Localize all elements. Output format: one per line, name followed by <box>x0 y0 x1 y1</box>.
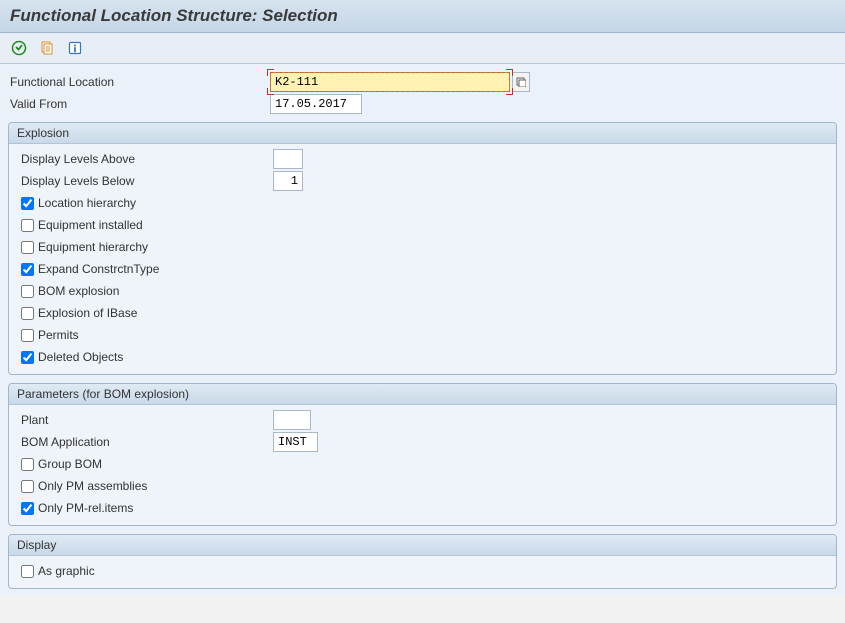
check-deleted-objects-label: Deleted Objects <box>38 350 123 364</box>
group-parameters: Parameters (for BOM explosion) Plant BOM… <box>8 383 837 526</box>
check-as-graphic-label: As graphic <box>38 564 95 578</box>
bomapp-label: BOM Application <box>21 435 273 449</box>
group-explosion: Explosion Display Levels Above Display L… <box>8 122 837 375</box>
plant-input[interactable] <box>273 410 311 430</box>
content-area: Functional Location Valid From Explosion… <box>0 64 845 595</box>
check-explosion-ibase-label: Explosion of IBase <box>38 306 137 320</box>
check-as-graphic[interactable] <box>21 565 34 578</box>
variants-icon[interactable] <box>36 37 58 59</box>
check-group-bom[interactable] <box>21 458 34 471</box>
check-only-pm-assemblies-label: Only PM assemblies <box>38 479 147 493</box>
check-equipment-hierarchy[interactable] <box>21 241 34 254</box>
check-bom-explosion[interactable] <box>21 285 34 298</box>
check-equipment-installed-label: Equipment installed <box>38 218 143 232</box>
group-display: Display As graphic <box>8 534 837 589</box>
check-only-pm-rel-items-label: Only PM-rel.items <box>38 501 133 515</box>
bom-application-input[interactable] <box>273 432 318 452</box>
check-bom-explosion-label: BOM explosion <box>38 284 119 298</box>
levels-below-input[interactable] <box>273 171 303 191</box>
check-group-bom-label: Group BOM <box>38 457 102 471</box>
screen-header: Functional Location Structure: Selection <box>0 0 845 33</box>
group-title-display: Display <box>9 535 836 556</box>
check-only-pm-rel-items[interactable] <box>21 502 34 515</box>
levels-above-input[interactable] <box>273 149 303 169</box>
levels-above-label: Display Levels Above <box>21 152 273 166</box>
plant-label: Plant <box>21 413 273 427</box>
funcloc-label: Functional Location <box>6 75 270 89</box>
funcloc-input[interactable] <box>270 72 510 92</box>
funcloc-search-help-icon[interactable] <box>512 72 530 92</box>
check-expand-constrctntype-label: Expand ConstrctnType <box>38 262 159 276</box>
check-equipment-installed[interactable] <box>21 219 34 232</box>
check-deleted-objects[interactable] <box>21 351 34 364</box>
check-location-hierarchy[interactable] <box>21 197 34 210</box>
check-only-pm-assemblies[interactable] <box>21 480 34 493</box>
check-equipment-hierarchy-label: Equipment hierarchy <box>38 240 148 254</box>
validfrom-label: Valid From <box>6 97 270 111</box>
group-title-explosion: Explosion <box>9 123 836 144</box>
check-location-hierarchy-label: Location hierarchy <box>38 196 136 210</box>
page-title: Functional Location Structure: Selection <box>10 6 835 26</box>
check-permits[interactable] <box>21 329 34 342</box>
validfrom-input[interactable] <box>270 94 362 114</box>
levels-below-label: Display Levels Below <box>21 174 273 188</box>
app-toolbar <box>0 33 845 64</box>
group-title-parameters: Parameters (for BOM explosion) <box>9 384 836 405</box>
info-icon[interactable] <box>64 37 86 59</box>
check-expand-constrctntype[interactable] <box>21 263 34 276</box>
check-explosion-ibase[interactable] <box>21 307 34 320</box>
execute-icon[interactable] <box>8 37 30 59</box>
check-permits-label: Permits <box>38 328 79 342</box>
